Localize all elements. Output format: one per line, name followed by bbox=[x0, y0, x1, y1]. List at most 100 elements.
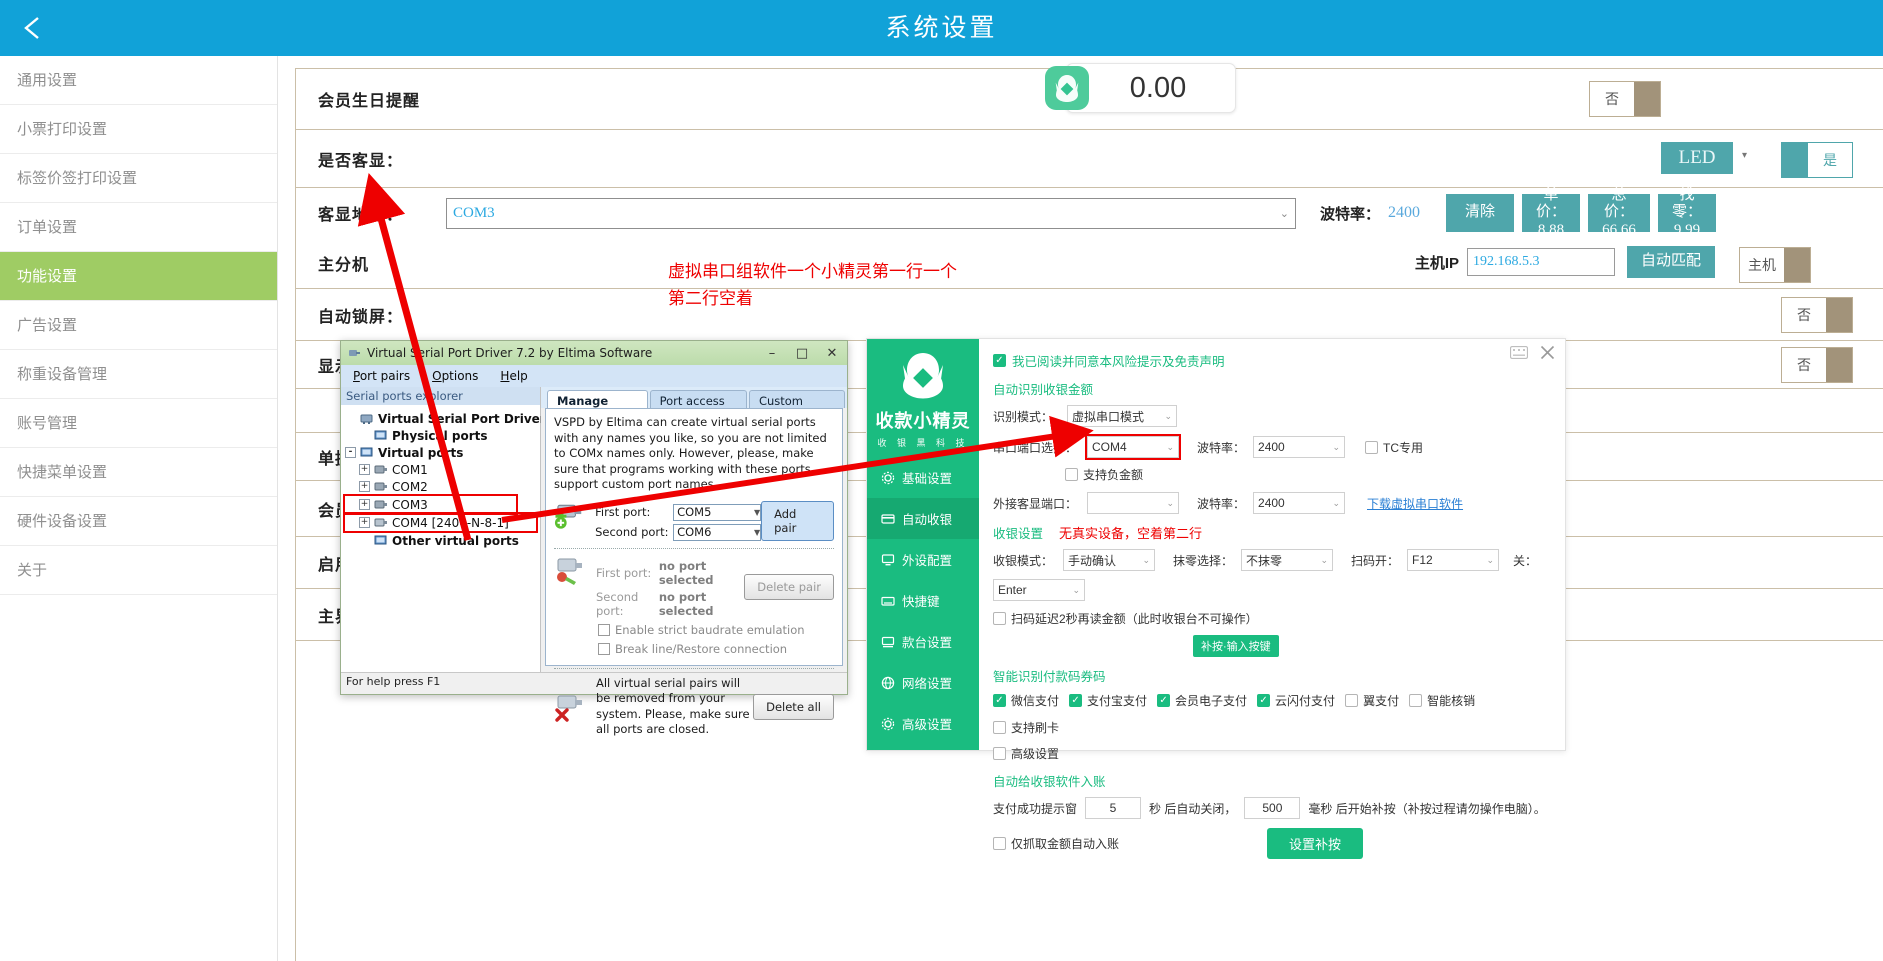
sidebar-item-label-print[interactable]: 标签价签打印设置 bbox=[0, 154, 277, 203]
delete-pair-button[interactable]: Delete pair bbox=[744, 573, 834, 600]
sidebar-item-ads[interactable]: 广告设置 bbox=[0, 301, 277, 350]
sidebar-item-function[interactable]: 功能设置 bbox=[0, 252, 277, 301]
pay-method-unionpay[interactable]: ✓ 云闪付支付 bbox=[1257, 692, 1335, 709]
add-pair-button[interactable]: Add pair bbox=[761, 500, 834, 541]
menu-help[interactable]: Help bbox=[500, 369, 527, 383]
change-button[interactable]: 找零： 9.99 bbox=[1658, 187, 1717, 238]
expand-icon[interactable]: + bbox=[359, 517, 370, 528]
sidebar-item-account[interactable]: 账号管理 bbox=[0, 399, 277, 448]
tree-node-physical-ports[interactable]: Physical ports bbox=[345, 427, 540, 444]
checkbox-icon[interactable]: ✓ bbox=[1257, 694, 1271, 707]
sidebar-item-receipt[interactable]: 小票打印设置 bbox=[0, 105, 277, 154]
tree-node-other-virtual-ports[interactable]: Other virtual ports bbox=[345, 532, 540, 549]
checkbox-icon[interactable] bbox=[1365, 440, 1379, 454]
menu-port-pairs[interactable]: Port pairs bbox=[353, 369, 410, 383]
round-select[interactable]: 不抹零 ⌄ bbox=[1241, 549, 1334, 571]
checkbox-icon[interactable] bbox=[993, 612, 1006, 625]
vspd-window[interactable]: Virtual Serial Port Driver 7.2 by Eltima… bbox=[340, 340, 848, 736]
pay-success-seconds-input[interactable]: 5 bbox=[1085, 797, 1142, 819]
pay-method-card[interactable]: 支持刷卡 bbox=[993, 719, 1059, 736]
pay-success-ms-input[interactable]: 500 bbox=[1244, 797, 1301, 819]
auto-match-button[interactable]: 自动匹配 bbox=[1627, 246, 1715, 278]
ext-baud-select[interactable]: 2400 ⌄ bbox=[1253, 492, 1346, 514]
second-port-select[interactable]: COM6 ▼ bbox=[673, 523, 762, 541]
baud-select[interactable]: 2400 ⌄ bbox=[1253, 436, 1346, 458]
toggle-autolock[interactable]: 否 bbox=[1781, 297, 1853, 333]
expand-icon[interactable]: + bbox=[359, 464, 370, 475]
advanced-settings-row[interactable]: 高级设置 bbox=[993, 745, 1551, 762]
checkbox-icon[interactable] bbox=[598, 623, 610, 636]
sidebar-item-general[interactable]: 通用设置 bbox=[0, 56, 277, 105]
cashier-nav-peripheral[interactable]: 外设配置 bbox=[867, 539, 979, 580]
sidebar-item-about[interactable]: 关于 bbox=[0, 546, 277, 595]
toggle-showno[interactable]: 否 bbox=[1781, 347, 1853, 383]
host-ip-input[interactable]: 192.168.5.3 bbox=[1467, 248, 1615, 276]
pay-method-bestpay[interactable]: 翼支付 bbox=[1345, 692, 1399, 709]
maximize-icon[interactable]: □ bbox=[787, 346, 817, 361]
cashier-nav-desk[interactable]: 款台设置 bbox=[867, 621, 979, 662]
support-negative-checkbox-row[interactable]: 支持负金额 bbox=[1065, 466, 1143, 483]
sidebar-item-order[interactable]: 订单设置 bbox=[0, 203, 277, 252]
scan-on-select[interactable]: F12 ⌄ bbox=[1407, 549, 1500, 571]
tc-only-checkbox-row[interactable]: TC专用 bbox=[1365, 439, 1423, 456]
pay-method-alipay[interactable]: ✓ 支付宝支付 bbox=[1069, 692, 1147, 709]
sidebar-item-quickmenu[interactable]: 快捷菜单设置 bbox=[0, 448, 277, 497]
pay-method-smart-verify[interactable]: 智能核销 bbox=[1409, 692, 1475, 709]
menu-options[interactable]: Options bbox=[432, 369, 478, 383]
checkbox-icon[interactable] bbox=[993, 721, 1006, 734]
advanced-checkbox-row[interactable]: 高级设置 bbox=[993, 745, 1059, 762]
close-icon[interactable]: ✕ bbox=[817, 346, 847, 361]
checkbox-icon[interactable]: ✓ bbox=[993, 694, 1006, 707]
pay-method-wechat[interactable]: ✓ 微信支付 bbox=[993, 692, 1059, 709]
minimize-icon[interactable]: – bbox=[757, 346, 787, 361]
tab-port-access-list[interactable]: Port access list bbox=[649, 390, 747, 422]
tree-node-virtual-ports[interactable]: - Virtual ports bbox=[345, 444, 540, 461]
strict-baudrate-checkbox-row[interactable]: Enable strict baudrate emulation bbox=[598, 623, 834, 637]
ext-port-select[interactable]: ⌄ bbox=[1087, 492, 1179, 514]
tree-node-com2[interactable]: + COM2 bbox=[345, 478, 540, 495]
close-icon[interactable] bbox=[1540, 345, 1555, 360]
delete-all-button[interactable]: Delete all bbox=[753, 693, 834, 720]
collapse-icon[interactable]: - bbox=[345, 447, 356, 458]
sidebar-item-hardware[interactable]: 硬件设备设置 bbox=[0, 497, 277, 546]
cashier-window[interactable]: 收款小精灵 收 银 黑 科 技 基础设置 自动收银 外设配置 快捷键 款台设置 … bbox=[866, 338, 1566, 859]
mode-select[interactable]: 虚拟串口模式 ⌄ bbox=[1067, 405, 1177, 427]
toggle-customer-display[interactable]: 是 bbox=[1781, 142, 1853, 178]
toggle-host[interactable]: 主机 bbox=[1739, 247, 1811, 283]
tab-manage-ports[interactable]: Manage ports bbox=[547, 390, 648, 422]
checkbox-icon[interactable] bbox=[598, 642, 610, 655]
clear-button[interactable]: 清除 bbox=[1446, 194, 1515, 232]
cashier-nav-basic[interactable]: 基础设置 bbox=[867, 457, 979, 498]
scan-off-select[interactable]: Enter ⌄ bbox=[993, 579, 1085, 601]
break-line-checkbox-row[interactable]: Break line/Restore connection bbox=[598, 642, 834, 656]
only-capture-checkbox-row[interactable]: 仅抓取金额自动入账 bbox=[993, 835, 1119, 852]
keyboard-icon[interactable] bbox=[1510, 346, 1528, 359]
collect-mode-select[interactable]: 手动确认 ⌄ bbox=[1063, 549, 1155, 571]
chevron-down-icon[interactable]: ▾ bbox=[1742, 150, 1747, 161]
checkbox-icon[interactable] bbox=[1409, 694, 1423, 707]
tree-node-com3[interactable]: + COM3 bbox=[343, 494, 518, 515]
sidebar-item-scale[interactable]: 称重设备管理 bbox=[0, 350, 277, 399]
tree-node-com4[interactable]: + COM4 [2400-N-8-1] bbox=[343, 512, 538, 533]
checkbox-icon[interactable] bbox=[1345, 694, 1359, 707]
total-price-button[interactable]: 总价： 66.66 bbox=[1588, 187, 1651, 238]
toggle-birthday-reminder[interactable]: 否 bbox=[1589, 81, 1661, 117]
cashier-nav-network[interactable]: 网络设置 bbox=[867, 662, 979, 703]
risk-agreement-row[interactable]: ✓ 我已阅读并同意本风险提示及免责声明 bbox=[993, 351, 1551, 370]
first-port-select[interactable]: COM5 ▼ bbox=[673, 503, 762, 521]
expand-icon[interactable]: + bbox=[359, 481, 370, 492]
pay-method-member[interactable]: ✓ 会员电子支付 bbox=[1157, 692, 1247, 709]
scan-delay-checkbox-row[interactable]: 扫码延迟2秒再读金额（此时收银台不可操作） bbox=[993, 610, 1258, 627]
expand-icon[interactable]: + bbox=[359, 499, 370, 510]
tree-node-com1[interactable]: + COM1 bbox=[345, 461, 540, 478]
tree-node-root[interactable]: Virtual Serial Port Driver bbox=[345, 410, 546, 427]
checkbox-icon[interactable]: ✓ bbox=[1069, 694, 1083, 707]
checkbox-icon[interactable]: ✓ bbox=[993, 354, 1006, 367]
patch-key-button[interactable]: 补按·输入按键 bbox=[1193, 635, 1279, 657]
cashier-nav-hotkeys[interactable]: 快捷键 bbox=[867, 580, 979, 621]
led-select[interactable]: LED bbox=[1661, 142, 1733, 174]
checkbox-icon[interactable] bbox=[993, 747, 1006, 760]
cashier-nav-advanced[interactable]: 高级设置 bbox=[867, 703, 979, 744]
checkbox-icon[interactable]: ✓ bbox=[1157, 694, 1171, 707]
com-port-select[interactable]: COM3 ⌄ bbox=[446, 197, 1296, 229]
